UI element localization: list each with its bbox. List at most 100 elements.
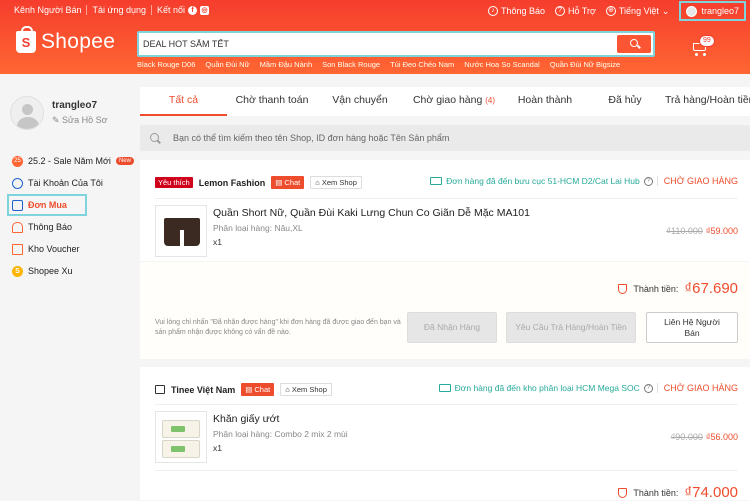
product-name[interactable]: Quần Short Nữ, Quần Đùi Kaki Lưng Chun C… (213, 207, 530, 219)
chat-button[interactable]: ▤ Chat (271, 176, 305, 189)
sidebar-username: trangleo7 (52, 100, 98, 111)
tab-count: (4) (485, 96, 496, 105)
facebook-icon[interactable]: f (188, 5, 198, 15)
order-status: Đơn hàng đã đến bưu cục 51-HCM D2/Cat La… (430, 176, 738, 186)
tab-all[interactable]: Tất cả (140, 87, 227, 116)
return-refund-button[interactable]: Yêu Cầu Trả Hàng/Hoàn Tiền (506, 312, 636, 343)
search-icon (150, 133, 159, 142)
user-icon (12, 177, 23, 189)
tab-label: Vận chuyển (332, 94, 388, 106)
sidebar-item-account[interactable]: Tài Khoản Của Tôi (12, 172, 134, 194)
order-card: Yêu thích Lemon Fashion ▤ Chat ⌂ Xem Sho… (140, 160, 750, 261)
suggestion-link[interactable]: Quần Đùi Nữ Bigsize (550, 60, 620, 69)
voucher-icon (12, 243, 23, 255)
connect-label: Kết nối (157, 5, 186, 15)
product-image[interactable] (155, 411, 207, 463)
search-suggestions: Black Rouge D06 Quần Đùi Nữ Mầm Đậu Nành… (137, 60, 620, 69)
product-name[interactable]: Khăn giấy ướt (213, 413, 279, 425)
chat-button[interactable]: ▤ Chat (241, 383, 275, 396)
sidebar-item-vouchers[interactable]: Kho Voucher (12, 238, 134, 260)
order-state: CHỜ GIAO HÀNG (656, 176, 738, 186)
original-price: ₫110.000 (666, 226, 703, 236)
instagram-icon[interactable]: ◎ (200, 5, 210, 15)
tab-to-receive[interactable]: Chờ giao hàng (4) (403, 87, 505, 116)
sidebar-item-coins[interactable]: S Shopee Xu (12, 260, 134, 282)
sidebar-item-notifications[interactable]: Thông Báo (12, 216, 134, 238)
tab-shipping[interactable]: Vận chuyển (317, 87, 403, 116)
seller-channel-link[interactable]: Kênh Người Bán (14, 5, 88, 15)
question-icon: ? (554, 6, 565, 16)
order-card: Tinee Việt Nam ▤ Chat ⌂ Xem Shop Đơn hàn… (140, 367, 750, 501)
order-total: Thành tiền: ₫67.690 (618, 280, 738, 297)
tab-label: Chờ giao hàng (412, 94, 483, 106)
shop-name[interactable]: Tinee Việt Nam (171, 385, 235, 395)
tab-return-refund[interactable]: Trả hàng/Hoàn tiền (665, 87, 750, 116)
tab-label: Đã hủy (608, 94, 642, 106)
search-box (137, 31, 655, 57)
favorite-badge: Yêu thích (155, 177, 193, 188)
sidebar-item-label: Kho Voucher (28, 244, 80, 254)
sidebar-item-label: Tài Khoản Của Tôi (28, 178, 103, 188)
notifications-label: Thông Báo (500, 6, 545, 16)
chat-label: Chat (254, 385, 271, 394)
sale-price: ₫59.000 (705, 226, 738, 236)
sale-price: ₫56.000 (705, 432, 738, 442)
sidebar-menu: 25 25.2 - Sale Năm Mới New Tài Khoản Của… (7, 150, 134, 282)
chat-icon: ▤ (275, 178, 283, 187)
bell-icon: ♪ (487, 6, 498, 16)
product-price: ₫110.000 ₫59.000 (666, 226, 738, 236)
search-button[interactable] (617, 35, 651, 53)
coin-icon: S (12, 265, 23, 277)
search-input[interactable] (143, 36, 603, 52)
cart-count-badge: 99 (699, 35, 715, 47)
notifications-link[interactable]: ♪ Thông Báo (487, 6, 545, 16)
view-shop-button[interactable]: ⌂ Xem Shop (280, 383, 332, 396)
help-label: Hỗ Trợ (567, 6, 596, 16)
order-search-bar[interactable]: Bạn có thể tìm kiếm theo tên Shop, ID đơ… (140, 125, 750, 151)
order-status: Đơn hàng đã đến kho phân loại HCM Mega S… (438, 383, 738, 393)
tab-pending-payment[interactable]: Chờ thanh toán (227, 87, 317, 116)
shipping-status-link[interactable]: Đơn hàng đã đến bưu cục 51-HCM D2/Cat La… (446, 176, 640, 186)
download-app-link[interactable]: Tải ứng dụng (87, 5, 153, 15)
sidebar-item-label: 25.2 - Sale Năm Mới (28, 156, 111, 166)
suggestion-link[interactable]: Nước Hoa So Scandal (464, 60, 539, 69)
sidebar-item-sale[interactable]: 25 25.2 - Sale Năm Mới New (12, 150, 134, 172)
suggestion-link[interactable]: Mầm Đậu Nành (260, 60, 313, 69)
store-icon (155, 385, 165, 394)
edit-profile-link[interactable]: ✎ Sửa Hồ Sơ (52, 115, 108, 126)
view-shop-button[interactable]: ⌂ Xem Shop (310, 176, 362, 189)
shop-name[interactable]: Lemon Fashion (199, 178, 266, 188)
contact-seller-button[interactable]: Liên Hệ Người Bán (646, 312, 738, 343)
total-value: ₫67.690 (684, 280, 738, 297)
globe-icon: ⊕ (605, 6, 616, 16)
help-link[interactable]: ? Hỗ Trợ (554, 6, 596, 16)
logo-text: Shopee (41, 30, 116, 53)
tab-cancelled[interactable]: Đã hủy (585, 87, 665, 116)
shipping-status-link[interactable]: Đơn hàng đã đến kho phân loại HCM Mega S… (455, 383, 640, 393)
original-price: ₫90.000 (670, 432, 703, 442)
suggestion-link[interactable]: Son Black Rouge (322, 60, 380, 69)
sidebar-item-purchases[interactable]: Đơn Mua (7, 194, 87, 216)
user-account-menu[interactable]: trangleo7 (679, 1, 746, 21)
shopee-logo[interactable]: S Shopee (16, 26, 116, 54)
product-image[interactable] (155, 205, 207, 257)
chevron-down-icon: ⌄ (661, 5, 670, 16)
tab-label: Hoàn thành (517, 94, 573, 106)
divider (155, 404, 738, 405)
total-value: ₫74.000 (684, 484, 738, 501)
sidebar: trangleo7 ✎ Sửa Hồ Sơ 25 25.2 - Sale Năm… (0, 74, 140, 500)
received-button[interactable]: Đã Nhận Hàng (407, 312, 497, 343)
product-quantity: x1 (213, 443, 222, 453)
total-label: Thành tiền: (633, 283, 679, 294)
product-variant: Phân loại hàng: Nâu,XL (213, 223, 303, 233)
avatar[interactable] (10, 96, 44, 130)
language-selector[interactable]: ⊕ Tiếng Việt ⌄ (605, 5, 670, 17)
tab-completed[interactable]: Hoàn thành (505, 87, 585, 116)
suggestion-link[interactable]: Túi Đeo Chéo Nam (390, 60, 454, 69)
sidebar-item-label: Shopee Xu (28, 266, 73, 276)
help-icon[interactable]: ? (643, 176, 653, 186)
total-label: Thành tiền: (633, 487, 679, 498)
suggestion-link[interactable]: Black Rouge D06 (137, 60, 195, 69)
suggestion-link[interactable]: Quần Đùi Nữ (205, 60, 249, 69)
help-icon[interactable]: ? (643, 383, 653, 393)
